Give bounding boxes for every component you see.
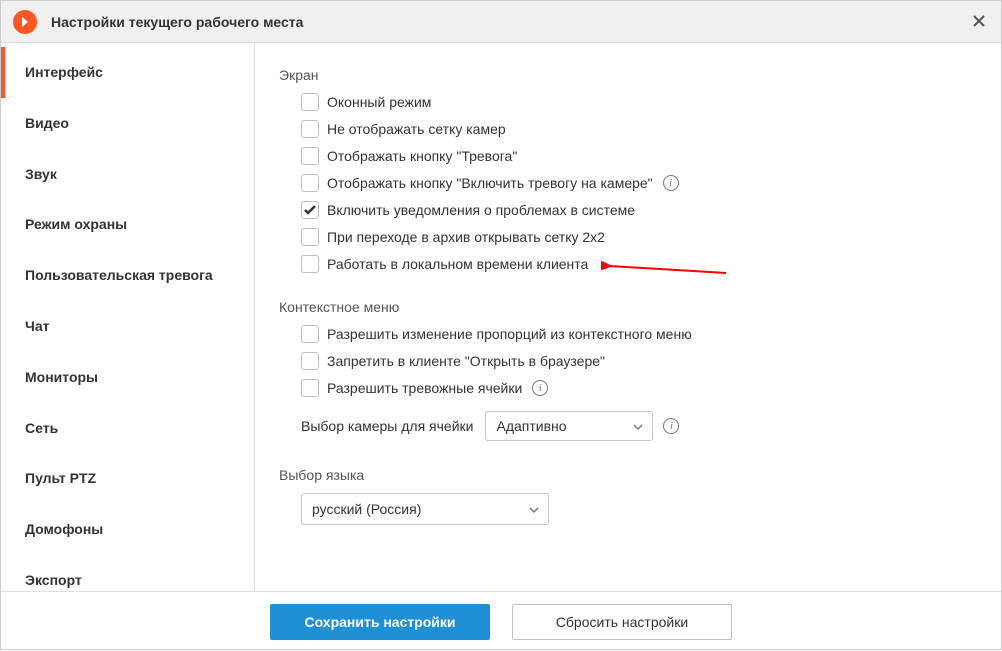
dialog-footer: Сохранить настройки Сбросить настройки (1, 591, 1001, 651)
screen-check-checkbox-6[interactable] (301, 255, 319, 273)
sidebar-item-1[interactable]: Видео (1, 98, 254, 149)
sidebar-item-label: Пульт PTZ (25, 470, 96, 486)
camera-select[interactable]: Адаптивно (485, 411, 653, 441)
sidebar-item-2[interactable]: Звук (1, 149, 254, 200)
dialog-header: Настройки текущего рабочего места (1, 1, 1001, 43)
screen-check-row-3: Отображать кнопку "Включить тревогу на к… (301, 174, 977, 192)
section-language-title: Выбор языка (279, 467, 977, 483)
screen-check-checkbox-1[interactable] (301, 120, 319, 138)
section-language: Выбор языка русский (Россия) (279, 467, 977, 525)
screen-check-checkbox-4[interactable] (301, 201, 319, 219)
sidebar-item-label: Звук (25, 166, 57, 182)
context-check-checkbox-1[interactable] (301, 352, 319, 370)
app-logo-icon (13, 10, 37, 34)
screen-check-label-5: При переходе в архив открывать сетку 2x2 (327, 229, 605, 245)
screen-check-label-1: Не отображать сетку камер (327, 121, 506, 137)
sidebar-item-4[interactable]: Пользовательская тревога (1, 250, 254, 301)
context-check-row-1: Запретить в клиенте "Открыть в браузере" (301, 352, 977, 370)
context-check-checkbox-0[interactable] (301, 325, 319, 343)
camera-select-row: Выбор камеры для ячейки Адаптивно i (301, 411, 977, 441)
info-icon[interactable]: i (663, 418, 679, 434)
chevron-down-icon (632, 418, 644, 434)
camera-select-label: Выбор камеры для ячейки (301, 418, 473, 434)
sidebar: Интерфейс Видео Звук Режим охраны Пользовате… (1, 43, 255, 591)
context-check-checkbox-2[interactable] (301, 379, 319, 397)
section-screen-title: Экран (279, 67, 977, 83)
screen-check-checkbox-2[interactable] (301, 147, 319, 165)
screen-check-label-2: Отображать кнопку "Тревога" (327, 148, 517, 164)
screen-check-label-0: Оконный режим (327, 94, 431, 110)
screen-check-row-4: Включить уведомления о проблемах в систе… (301, 201, 977, 219)
sidebar-item-6[interactable]: Мониторы (1, 352, 254, 403)
sidebar-item-5[interactable]: Чат (1, 301, 254, 352)
context-check-label-1: Запретить в клиенте "Открыть в браузере" (327, 353, 605, 369)
section-context-title: Контекстное меню (279, 299, 977, 315)
sidebar-item-3[interactable]: Режим охраны (1, 199, 254, 250)
dialog-title: Настройки текущего рабочего места (51, 14, 303, 30)
info-icon[interactable]: i (532, 380, 548, 396)
sidebar-item-label: Сеть (25, 420, 58, 436)
sidebar-item-label: Интерфейс (25, 64, 103, 80)
save-button[interactable]: Сохранить настройки (270, 604, 490, 640)
sidebar-item-label: Экспорт (25, 572, 82, 588)
context-check-row-2: Разрешить тревожные ячейки i (301, 379, 977, 397)
language-select-value: русский (Россия) (312, 501, 421, 517)
chevron-down-icon (528, 501, 540, 517)
screen-check-row-5: При переходе в архив открывать сетку 2x2 (301, 228, 977, 246)
sidebar-item-label: Чат (25, 318, 49, 334)
close-button[interactable] (969, 11, 989, 31)
screen-check-label-6: Работать в локальном времени клиента (327, 256, 588, 272)
screen-check-label-4: Включить уведомления о проблемах в систе… (327, 202, 635, 218)
screen-check-row-2: Отображать кнопку "Тревога" (301, 147, 977, 165)
sidebar-item-label: Пользовательская тревога (25, 267, 213, 283)
sidebar-item-7[interactable]: Сеть (1, 403, 254, 454)
screen-check-checkbox-5[interactable] (301, 228, 319, 246)
sidebar-item-label: Домофоны (25, 521, 103, 537)
screen-check-checkbox-3[interactable] (301, 174, 319, 192)
camera-select-value: Адаптивно (496, 418, 566, 434)
sidebar-item-9[interactable]: Домофоны (1, 504, 254, 555)
screen-check-label-3: Отображать кнопку "Включить тревогу на к… (327, 175, 653, 191)
language-select[interactable]: русский (Россия) (301, 493, 549, 525)
sidebar-item-label: Мониторы (25, 369, 98, 385)
section-context: Контекстное меню Разрешить изменение про… (279, 299, 977, 441)
info-icon[interactable]: i (663, 175, 679, 191)
sidebar-item-0[interactable]: Интерфейс (1, 47, 254, 98)
sidebar-item-label: Видео (25, 115, 69, 131)
sidebar-item-8[interactable]: Пульт PTZ (1, 453, 254, 504)
screen-check-checkbox-0[interactable] (301, 93, 319, 111)
context-check-label-2: Разрешить тревожные ячейки (327, 380, 522, 396)
context-check-row-0: Разрешить изменение пропорций из контекс… (301, 325, 977, 343)
screen-check-row-6: Работать в локальном времени клиента (301, 255, 977, 273)
reset-button[interactable]: Сбросить настройки (512, 604, 732, 640)
sidebar-item-label: Режим охраны (25, 216, 127, 232)
section-screen: Экран Оконный режим Не отображать сетку к… (279, 67, 977, 273)
context-check-label-0: Разрешить изменение пропорций из контекс… (327, 326, 692, 342)
screen-check-row-1: Не отображать сетку камер (301, 120, 977, 138)
sidebar-item-10[interactable]: Экспорт (1, 555, 254, 591)
screen-check-row-0: Оконный режим (301, 93, 977, 111)
content-pane: Экран Оконный режим Не отображать сетку к… (255, 43, 1001, 591)
main-area: Интерфейс Видео Звук Режим охраны Пользовате… (1, 43, 1001, 591)
